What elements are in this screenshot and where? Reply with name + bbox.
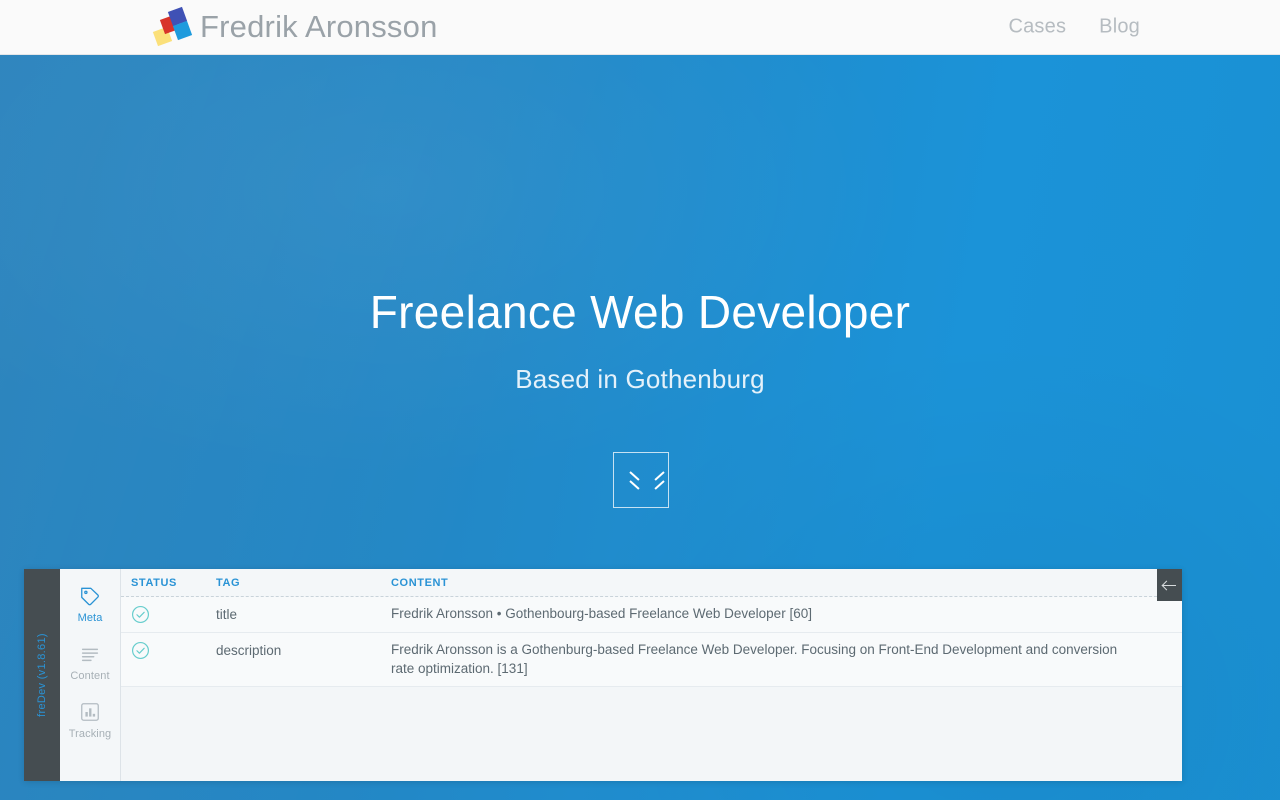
tab-meta-label: Meta bbox=[77, 612, 103, 624]
page-subtitle: Based in Gothenburg bbox=[515, 363, 765, 394]
collapse-panel-button[interactable] bbox=[1157, 569, 1182, 601]
tab-tracking[interactable]: Tracking bbox=[60, 694, 120, 747]
brand-logo-link[interactable]: Fredrik Aronsson bbox=[152, 6, 438, 47]
dev-panel: freDev (v1.8.61) Meta Content Tracking S… bbox=[24, 569, 1182, 781]
main-nav: Cases Blog bbox=[1008, 16, 1140, 39]
tab-content[interactable]: Content bbox=[60, 636, 120, 689]
column-header-status: STATUS bbox=[131, 576, 177, 589]
tag-icon bbox=[60, 585, 120, 607]
double-chevron-down-icon bbox=[630, 470, 652, 490]
tab-tracking-label: Tracking bbox=[68, 728, 112, 740]
site-header: Fredrik Aronsson Cases Blog bbox=[0, 0, 1280, 55]
hero-text-block: Freelance Web Developer Based in Gothenb… bbox=[0, 287, 1280, 395]
row-tag: title bbox=[216, 607, 238, 622]
dev-version-label: freDev (v1.8.61) bbox=[36, 633, 48, 717]
row-content: Fredrik Aronsson is a Gothenburg-based F… bbox=[391, 641, 1118, 677]
row-content: Fredrik Aronsson • Gothenbourg-based Fre… bbox=[391, 606, 812, 621]
dev-panel-body: STATUS TAG CONTENT title Fredrik Aronsso… bbox=[121, 569, 1182, 781]
brand-name: Fredrik Aronsson bbox=[200, 9, 438, 44]
dev-panel-rail: freDev (v1.8.61) bbox=[24, 569, 60, 781]
table-row[interactable]: description Fredrik Aronsson is a Gothen… bbox=[121, 632, 1182, 687]
table-empty-area bbox=[121, 686, 1182, 781]
check-circle-icon bbox=[131, 641, 150, 659]
status-badge bbox=[131, 640, 216, 660]
column-header-tag: TAG bbox=[216, 576, 241, 589]
arrow-left-icon bbox=[1163, 581, 1176, 590]
column-header-content: CONTENT bbox=[391, 576, 449, 589]
nav-link-blog[interactable]: Blog bbox=[1099, 16, 1140, 39]
table-header-row: STATUS TAG CONTENT bbox=[121, 569, 1182, 597]
dev-panel-tabs: Meta Content Tracking bbox=[60, 569, 121, 781]
tab-content-label: Content bbox=[70, 670, 110, 682]
nav-link-cases[interactable]: Cases bbox=[1008, 16, 1066, 39]
tab-meta[interactable]: Meta bbox=[60, 578, 120, 631]
bar-chart-icon bbox=[60, 701, 120, 723]
check-circle-icon bbox=[131, 605, 150, 624]
table-row[interactable]: title Fredrik Aronsson • Gothenbourg-bas… bbox=[121, 597, 1182, 633]
page-title: Freelance Web Developer bbox=[369, 286, 911, 338]
status-badge bbox=[131, 604, 216, 624]
row-tag: description bbox=[216, 642, 282, 658]
lines-icon bbox=[60, 643, 120, 665]
logo-square-blue bbox=[172, 20, 193, 41]
scroll-down-button[interactable] bbox=[613, 452, 669, 508]
logo-icon bbox=[152, 6, 193, 47]
